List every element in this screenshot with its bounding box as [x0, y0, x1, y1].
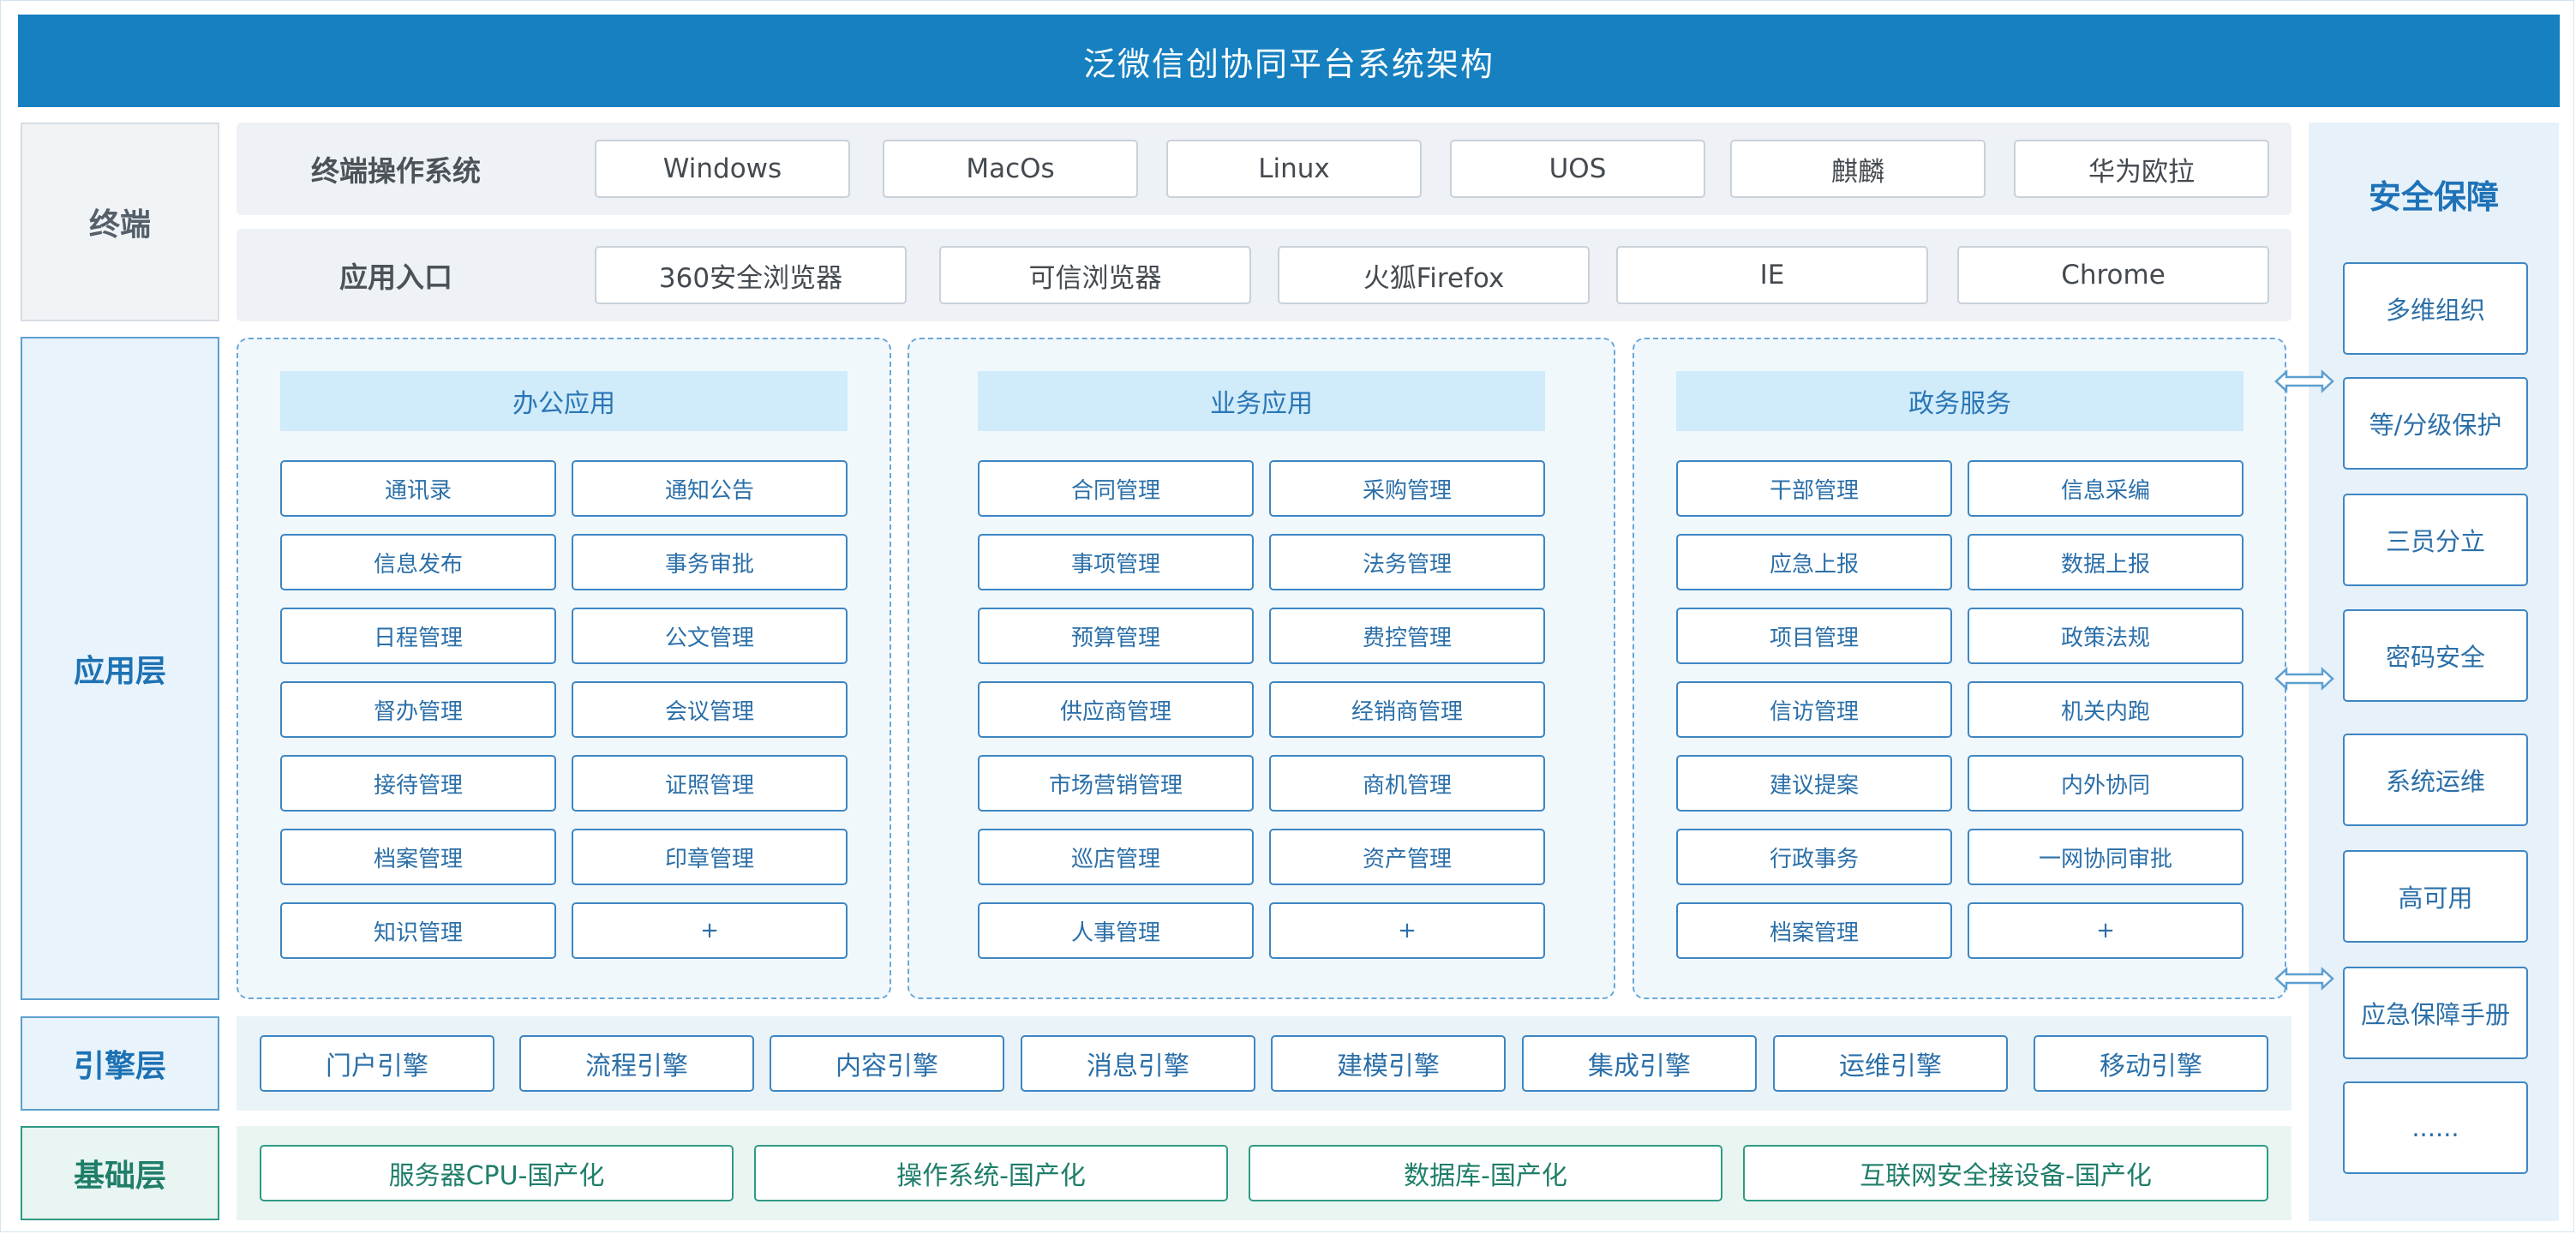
security-item[interactable]: 系统运维 — [2343, 734, 2528, 826]
layer-label-terminal: 终端 — [21, 123, 219, 321]
engine-item[interactable]: 门户引擎 — [260, 1035, 494, 1092]
app-module[interactable]: 事项管理 — [978, 534, 1254, 590]
app-module[interactable]: 知识管理 — [280, 902, 556, 959]
engine-item[interactable]: 流程引擎 — [519, 1035, 754, 1092]
app-module[interactable]: 通讯录 — [280, 460, 556, 517]
layer-label-engine: 引擎层 — [21, 1016, 219, 1111]
security-item[interactable]: 密码安全 — [2343, 609, 2528, 702]
foundation-item[interactable]: 互联网安全接设备-国产化 — [1743, 1145, 2268, 1201]
security-item[interactable]: 高可用 — [2343, 850, 2528, 943]
app-module[interactable]: 预算管理 — [978, 608, 1254, 664]
app-module[interactable]: 政策法规 — [1968, 608, 2244, 664]
app-module[interactable]: + — [1968, 902, 2244, 959]
app-module[interactable]: 事务审批 — [572, 534, 848, 590]
app-module[interactable]: 信息采编 — [1968, 460, 2244, 517]
app-module[interactable]: 商机管理 — [1269, 755, 1545, 812]
application-panel — [908, 338, 1615, 999]
security-title: 安全保障 — [2368, 177, 2499, 216]
engine-item[interactable]: 运维引擎 — [1773, 1035, 2008, 1092]
engine-item[interactable]: 建模引擎 — [1271, 1035, 1506, 1092]
app-module[interactable]: 档案管理 — [1676, 902, 1952, 959]
security-item[interactable]: ...... — [2343, 1081, 2528, 1174]
terminal-entry-title: 应用入口 — [339, 261, 452, 294]
os-chip[interactable]: MacOs — [883, 140, 1138, 198]
app-module[interactable]: 供应商管理 — [978, 681, 1254, 738]
app-module[interactable]: 应急上报 — [1676, 534, 1952, 590]
terminal-os-title: 终端操作系统 — [311, 154, 481, 188]
app-module[interactable]: 行政事务 — [1676, 829, 1952, 885]
foundation-item[interactable]: 服务器CPU-国产化 — [260, 1145, 734, 1201]
app-module[interactable]: + — [1269, 902, 1545, 959]
connector-arrow-1 — [2274, 367, 2334, 396]
os-chip[interactable]: 华为欧拉 — [2014, 140, 2269, 198]
app-module[interactable]: 资产管理 — [1269, 829, 1545, 885]
app-module[interactable]: 印章管理 — [572, 829, 848, 885]
app-module[interactable]: 合同管理 — [978, 460, 1254, 517]
app-module[interactable]: 内外协同 — [1968, 755, 2244, 812]
foundation-item[interactable]: 数据库-国产化 — [1249, 1145, 1722, 1201]
entry-chip[interactable]: IE — [1616, 246, 1928, 304]
app-module[interactable]: 日程管理 — [280, 608, 556, 664]
entry-chip[interactable]: Chrome — [1957, 246, 2269, 304]
app-module[interactable]: 机关内跑 — [1968, 681, 2244, 738]
app-module[interactable]: 会议管理 — [572, 681, 848, 738]
engine-item[interactable]: 消息引擎 — [1021, 1035, 1255, 1092]
connector-arrow-3 — [2274, 964, 2334, 993]
foundation-item[interactable]: 操作系统-国产化 — [754, 1145, 1228, 1201]
app-module[interactable]: 督办管理 — [280, 681, 556, 738]
security-item[interactable]: 三员分立 — [2343, 494, 2528, 586]
app-module[interactable]: 档案管理 — [280, 829, 556, 885]
app-module[interactable]: 经销商管理 — [1269, 681, 1545, 738]
app-module[interactable]: 接待管理 — [280, 755, 556, 812]
panel-title: 办公应用 — [280, 371, 848, 431]
app-module[interactable]: 人事管理 — [978, 902, 1254, 959]
app-module[interactable]: 项目管理 — [1676, 608, 1952, 664]
layer-label-foundation: 基础层 — [21, 1126, 219, 1220]
app-module[interactable]: 公文管理 — [572, 608, 848, 664]
entry-chip[interactable]: 可信浏览器 — [939, 246, 1251, 304]
entry-chip[interactable]: 360安全浏览器 — [595, 246, 907, 304]
engine-item[interactable]: 内容引擎 — [770, 1035, 1004, 1092]
app-module[interactable]: 费控管理 — [1269, 608, 1545, 664]
layer-label-application: 应用层 — [21, 337, 219, 1000]
app-module[interactable]: 证照管理 — [572, 755, 848, 812]
app-module[interactable]: 干部管理 — [1676, 460, 1952, 517]
app-module[interactable]: 信访管理 — [1676, 681, 1952, 738]
app-module[interactable]: + — [572, 902, 848, 959]
app-module[interactable]: 市场营销管理 — [978, 755, 1254, 812]
app-module[interactable]: 数据上报 — [1968, 534, 2244, 590]
entry-chip[interactable]: 火狐Firefox — [1278, 246, 1590, 304]
app-module[interactable]: 建议提案 — [1676, 755, 1952, 812]
application-panel — [1632, 338, 2286, 999]
os-chip[interactable]: 麒麟 — [1730, 140, 1986, 198]
security-item[interactable]: 应急保障手册 — [2343, 967, 2528, 1059]
app-module[interactable]: 法务管理 — [1269, 534, 1545, 590]
application-panel — [237, 338, 891, 999]
engine-item[interactable]: 集成引擎 — [1522, 1035, 1757, 1092]
engine-item[interactable]: 移动引擎 — [2034, 1035, 2268, 1092]
diagram-title: 泛微信创协同平台系统架构 — [18, 15, 2560, 107]
app-module[interactable]: 采购管理 — [1269, 460, 1545, 517]
panel-title: 业务应用 — [978, 371, 1545, 431]
panel-title: 政务服务 — [1676, 371, 2244, 431]
connector-arrow-2 — [2274, 664, 2334, 693]
app-module[interactable]: 信息发布 — [280, 534, 556, 590]
os-chip[interactable]: UOS — [1450, 140, 1705, 198]
os-chip[interactable]: Linux — [1166, 140, 1422, 198]
app-module[interactable]: 一网协同审批 — [1968, 829, 2244, 885]
app-module[interactable]: 巡店管理 — [978, 829, 1254, 885]
os-chip[interactable]: Windows — [595, 140, 850, 198]
security-item[interactable]: 多维组织 — [2343, 262, 2528, 355]
security-item[interactable]: 等/分级保护 — [2343, 377, 2528, 470]
app-module[interactable]: 通知公告 — [572, 460, 848, 517]
